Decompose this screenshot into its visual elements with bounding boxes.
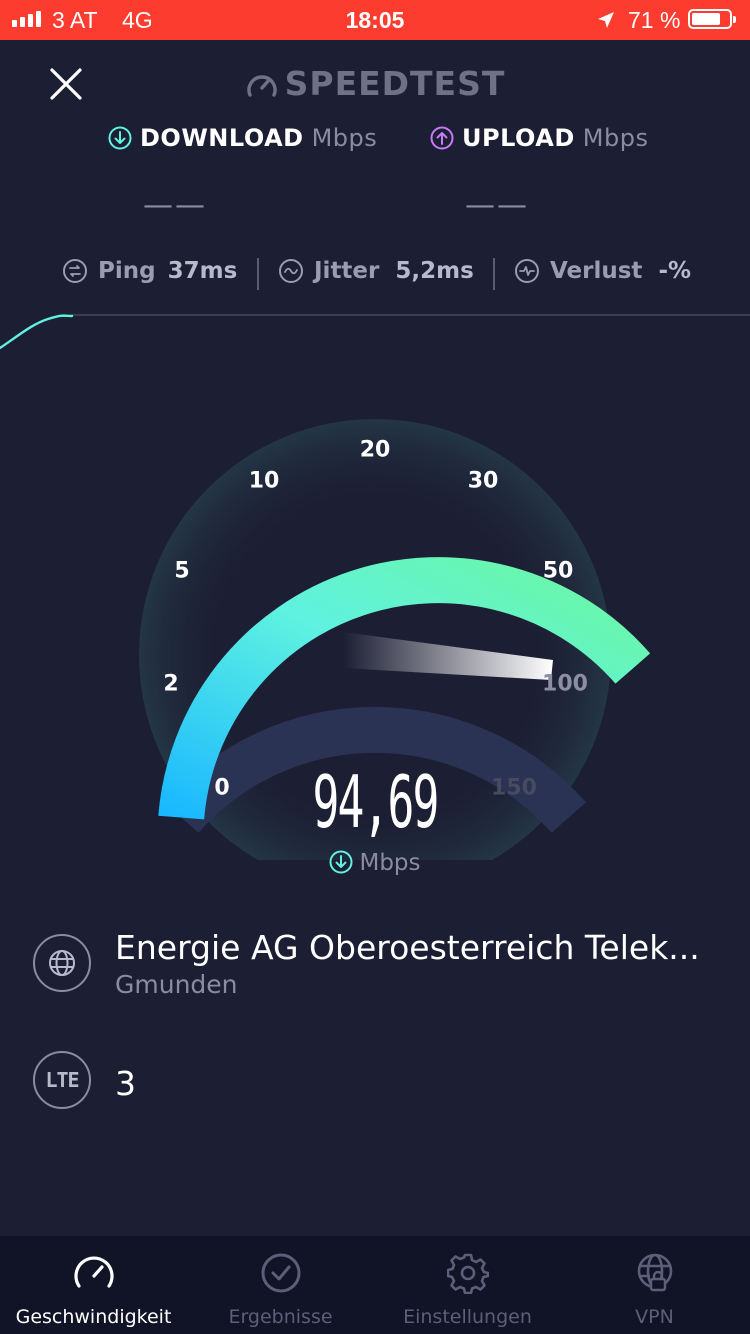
jitter-icon [279,259,303,283]
current-speed-unit-row: Mbps [0,850,750,876]
tab-label: Einstellungen [403,1306,532,1328]
ping-unit: ms [199,258,238,284]
gauge-tick: 30 [467,468,499,494]
speedtest-logo-icon [246,75,277,97]
packet-loss-icon [515,259,539,283]
tab-label: Ergebnisse [228,1306,333,1328]
tab-ergebnisse[interactable]: Ergebnisse [187,1236,374,1334]
app-logo: SPEEDTEST [0,64,750,103]
status-bar: 3 AT 4G 18:05 71 % [0,0,750,40]
upload-unit: Mbps [582,124,649,152]
upload-value: —— [465,188,529,223]
gauge-tick: 100 [542,671,588,697]
current-speed-value: 94,69 [312,760,439,844]
battery-icon [688,9,736,29]
download-label: DOWNLOAD [140,124,304,152]
ping-label: Ping [98,258,156,284]
vpn-globe-lock-icon [637,1253,672,1292]
jitter-unit: ms [436,258,474,284]
gauge-tick: 10 [248,468,280,494]
gauge-tick: 20 [359,437,391,463]
server-isp-name[interactable]: Energie AG Oberoesterreich Telek... [115,928,700,967]
gear-icon [446,1253,489,1294]
metrics-row: Ping 37ms Jitter 5,2ms Verlust -% [0,258,750,292]
checkmark-circle-icon [261,1253,300,1293]
download-arrow-icon [108,126,132,150]
ping-metric: Ping 37ms [62,258,237,284]
metric-separator [493,258,495,290]
connection-type-badge: LTE [33,1051,91,1109]
upload-arrow-icon [430,126,454,150]
metric-separator [257,258,259,290]
tab-bar: Geschwindigkeit Ergebnisse Einstellungen [0,1236,750,1334]
upload-label: UPLOAD [462,124,575,152]
ping-icon [63,259,87,283]
app-title: SPEEDTEST [284,64,506,103]
tab-einstellungen[interactable]: Einstellungen [374,1236,561,1334]
jitter-label: Jitter [314,258,380,284]
tab-label: VPN [635,1306,674,1328]
location-arrow-icon [596,9,616,36]
download-unit: Mbps [311,124,378,152]
download-value: —— [143,188,207,223]
server-location[interactable]: Gmunden [115,970,238,999]
current-speed-unit: Mbps [359,850,421,876]
globe-icon [49,950,75,976]
connection-carrier: 3 [115,1064,136,1103]
ping-value: 37 [167,258,200,284]
battery-percentage: 71 % [628,7,681,33]
jitter-value: 5,2 [395,258,437,284]
download-arrow-icon [329,850,353,874]
tab-label: Geschwindigkeit [15,1306,172,1328]
gauge-tick: 50 [542,558,574,584]
download-header: DOWNLOAD Mbps [108,124,377,152]
loss-label: Verlust [550,258,643,284]
server-globe-button[interactable] [33,934,91,992]
lte-label: LTE [45,1068,79,1092]
upload-header: UPLOAD Mbps [430,124,648,152]
loss-metric: Verlust -% [514,258,691,284]
tab-vpn[interactable]: VPN [561,1236,748,1334]
speedometer-icon [73,1256,114,1288]
gauge-tick: 5 [174,558,190,584]
gauge-tick: 2 [163,671,179,697]
progress-divider [72,314,750,316]
tab-geschwindigkeit[interactable]: Geschwindigkeit [0,1236,187,1334]
loss-value: -% [658,258,692,284]
jitter-metric: Jitter 5,2ms [278,258,474,284]
